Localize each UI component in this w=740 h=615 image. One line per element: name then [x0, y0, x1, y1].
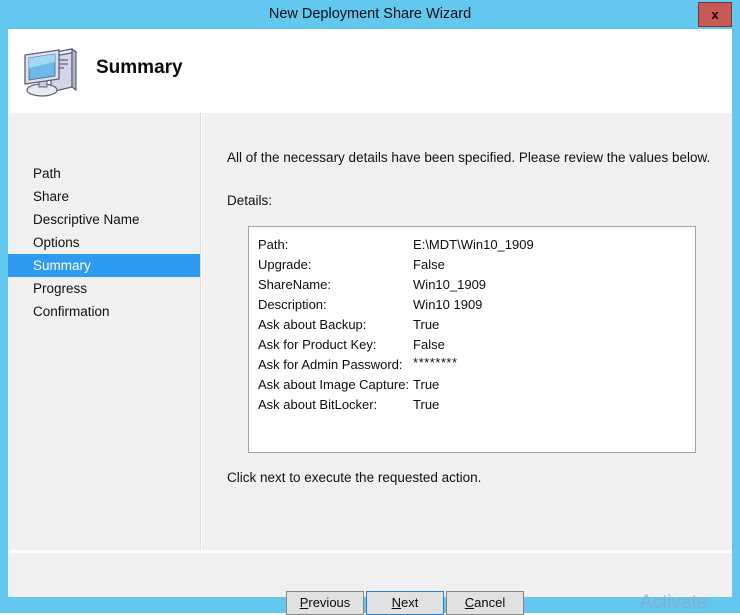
table-row: Ask for Admin Password: ******** [258, 355, 534, 375]
wizard-panel: Summary Path Share Descriptive Name Opti… [8, 29, 732, 615]
wizard-header: Summary [8, 29, 732, 113]
next-accel: N [391, 595, 402, 610]
details-label: Details: [227, 193, 273, 208]
cancel-accel: C [464, 595, 475, 610]
detail-value: Win10_1909 [413, 277, 487, 292]
detail-value: True [413, 377, 440, 392]
detail-key: Ask for Product Key: [258, 337, 377, 352]
detail-key: Ask about Backup: [258, 317, 367, 332]
close-icon[interactable]: x [698, 2, 732, 27]
next-hint-text: Click next to execute the requested acti… [227, 470, 482, 485]
previous-button[interactable]: Previous [286, 591, 364, 615]
next-label: ext [401, 595, 419, 610]
cancel-label: ancel [474, 595, 506, 610]
sidebar-item-confirmation[interactable]: Confirmation [8, 300, 200, 323]
table-row: Path: E:\MDT\Win10_1909 [258, 235, 534, 255]
detail-key: Description: [258, 297, 327, 312]
detail-key: Ask for Admin Password: [258, 357, 403, 372]
sidebar-item-summary[interactable]: Summary [8, 254, 200, 277]
detail-value-password: ******** [413, 355, 458, 370]
detail-value: Win10 1909 [413, 297, 483, 312]
table-row: Ask about Image Capture: True [258, 375, 534, 395]
detail-value: E:\MDT\Win10_1909 [413, 237, 534, 252]
title-bar: New Deployment Share Wizard x [0, 0, 740, 29]
detail-value: False [413, 337, 445, 352]
button-bar: Previous Next Cancel [8, 553, 732, 615]
detail-key: Ask about BitLocker: [258, 397, 378, 412]
wizard-steps-sidebar: Path Share Descriptive Name Options Summ… [8, 113, 201, 550]
next-button[interactable]: Next [366, 591, 444, 615]
table-row: Ask about Backup: True [258, 315, 534, 335]
detail-key: Upgrade: [258, 257, 312, 272]
detail-value: False [413, 257, 445, 272]
computer-icon [20, 43, 82, 101]
wizard-steps-list: Path Share Descriptive Name Options Summ… [8, 162, 200, 323]
cancel-button[interactable]: Cancel [446, 591, 524, 615]
intro-text: All of the necessary details have been s… [227, 150, 711, 165]
sidebar-item-descriptive-name[interactable]: Descriptive Name [8, 208, 200, 231]
table-row: ShareName: Win10_1909 [258, 275, 534, 295]
sidebar-item-share[interactable]: Share [8, 185, 200, 208]
sidebar-item-path[interactable]: Path [8, 162, 200, 185]
table-row: Ask for Product Key: False [258, 335, 534, 355]
details-box: Path: E:\MDT\Win10_1909 Upgrade: False S… [248, 226, 696, 453]
detail-value: True [413, 397, 440, 412]
sidebar-item-progress[interactable]: Progress [8, 277, 200, 300]
page-title: Summary [96, 57, 183, 78]
detail-key: Ask about Image Capture: [258, 377, 410, 392]
wizard-content: All of the necessary details have been s… [202, 113, 732, 550]
window-title: New Deployment Share Wizard [268, 6, 472, 22]
details-table: Path: E:\MDT\Win10_1909 Upgrade: False S… [258, 235, 534, 415]
table-row: Ask about BitLocker: True [258, 395, 534, 415]
table-row: Upgrade: False [258, 255, 534, 275]
detail-key: ShareName: [258, 277, 331, 292]
sidebar-item-options[interactable]: Options [8, 231, 200, 254]
table-row: Description: Win10 1909 [258, 295, 534, 315]
detail-value: True [413, 317, 440, 332]
wizard-window: New Deployment Share Wizard x Summary Pa… [0, 0, 740, 615]
previous-label: revious [308, 595, 351, 610]
detail-key: Path: [258, 237, 289, 252]
